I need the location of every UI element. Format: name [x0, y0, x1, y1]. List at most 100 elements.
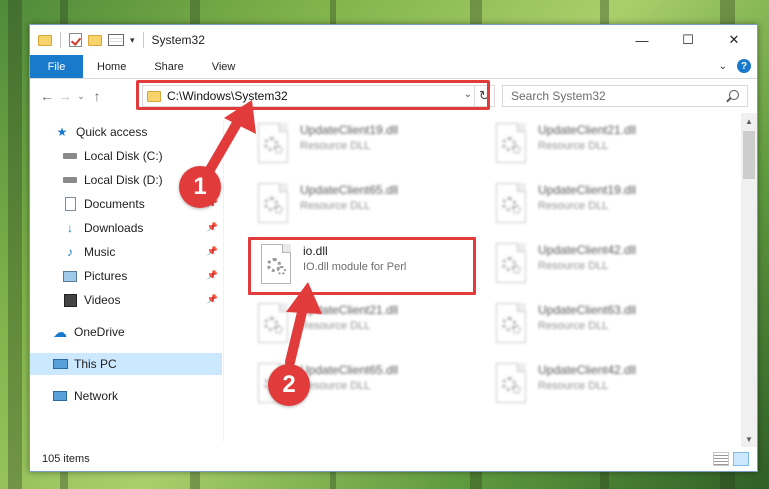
scroll-down-icon[interactable]: ▼	[741, 431, 757, 447]
forward-button[interactable]: →	[56, 88, 74, 104]
folder-icon	[147, 90, 161, 102]
dll-file-icon	[254, 123, 294, 171]
window-title: System32	[151, 33, 205, 47]
folder-icon	[38, 34, 52, 46]
file-description: Resource DLL	[300, 140, 371, 152]
minimize-button[interactable]: —	[619, 25, 665, 55]
file-description: Resource DLL	[300, 200, 371, 212]
sidebar-item-label: OneDrive	[74, 325, 125, 339]
refresh-icon[interactable]: ↻	[474, 86, 494, 106]
status-bar: 105 items	[30, 447, 757, 471]
address-path[interactable]: C:\Windows\System32	[167, 89, 288, 103]
dll-file-icon	[254, 303, 294, 351]
scrollbar-thumb[interactable]	[743, 131, 755, 179]
star-icon: ★	[56, 125, 68, 139]
file-item-io-dll[interactable]: io.dll IO.dll module for Perl	[248, 237, 476, 295]
pin-icon[interactable]: 📌	[207, 270, 218, 281]
recent-locations-button[interactable]: ⌄	[74, 91, 88, 102]
sidebar-item-local-disk-c[interactable]: Local Disk (C:)	[30, 145, 222, 167]
file-name: io.dll	[303, 244, 328, 258]
search-input[interactable]	[511, 89, 711, 103]
pin-icon[interactable]: 📌	[207, 246, 218, 257]
tab-share[interactable]: Share	[140, 55, 197, 78]
dll-file-icon	[492, 303, 532, 351]
vertical-scrollbar[interactable]: ▲ ▼	[741, 113, 757, 447]
tiles-view-icon[interactable]	[733, 452, 749, 466]
sidebar-item-downloads[interactable]: ↓ Downloads 📌	[30, 217, 222, 239]
sidebar-item-label: This PC	[74, 357, 117, 371]
pin-icon[interactable]: 📌	[207, 294, 218, 305]
customize-toolbar-chevron-icon[interactable]: ▾	[130, 35, 135, 46]
file-item[interactable]: UpdateClient21.dll Resource DLL	[486, 119, 716, 177]
scroll-up-icon[interactable]: ▲	[741, 113, 757, 129]
pictures-icon	[62, 269, 78, 283]
sidebar-item-label: Documents	[84, 197, 145, 211]
drive-icon	[62, 173, 78, 187]
dll-file-icon	[492, 183, 532, 231]
file-item[interactable]: UpdateClient19.dll Resource DLL	[248, 119, 478, 177]
search-icon[interactable]	[729, 90, 739, 100]
videos-icon	[62, 293, 78, 307]
sidebar-item-quick-access[interactable]: ★ Quick access	[30, 121, 222, 143]
file-item[interactable]: UpdateClient65.dll Resource DLL	[248, 179, 478, 237]
dll-file-icon	[492, 363, 532, 411]
new-folder-icon[interactable]	[88, 34, 102, 46]
tab-file[interactable]: File	[30, 55, 83, 78]
expand-ribbon-chevron-icon[interactable]: ⌄	[719, 61, 727, 72]
sidebar-item-pictures[interactable]: Pictures 📌	[30, 265, 222, 287]
file-description: Resource DLL	[300, 380, 371, 392]
file-item[interactable]: UpdateClient42.dll Resource DLL	[486, 359, 716, 417]
tab-home[interactable]: Home	[83, 55, 140, 78]
file-description: Resource DLL	[538, 200, 609, 212]
address-dropdown-icon[interactable]: ⌄	[464, 89, 472, 100]
file-item[interactable]: UpdateClient63.dll Resource DLL	[486, 299, 716, 357]
address-bar[interactable]: C:\Windows\System32 ⌄ ↻	[142, 85, 495, 107]
step1-badge: 1	[179, 166, 221, 208]
file-name: UpdateClient42.dll	[538, 243, 637, 257]
file-description: IO.dll module for Perl	[303, 261, 407, 273]
file-name: UpdateClient42.dll	[538, 363, 637, 377]
search-box[interactable]	[502, 85, 748, 107]
dll-file-icon	[254, 183, 294, 231]
file-item[interactable]: UpdateClient19.dll Resource DLL	[486, 179, 716, 237]
music-icon: ♪	[67, 245, 73, 259]
tab-view[interactable]: View	[198, 55, 250, 78]
sidebar-item-label: Network	[74, 389, 119, 403]
sidebar-item-music[interactable]: ♪ Music 📌	[30, 241, 222, 263]
file-description: Resource DLL	[538, 320, 609, 332]
dll-file-icon	[257, 244, 297, 292]
file-item[interactable]: UpdateClient42.dll Resource DLL	[486, 239, 716, 297]
file-name: UpdateClient19.dll	[300, 123, 399, 137]
file-item[interactable]: UpdateClient21.dll Resource DLL	[248, 299, 478, 357]
file-description: Resource DLL	[538, 260, 609, 272]
file-name: UpdateClient19.dll	[538, 183, 637, 197]
window-controls: — ☐ ✕	[619, 25, 757, 55]
title-bar: ▾ System32 — ☐ ✕	[30, 25, 757, 55]
dll-file-icon	[492, 123, 532, 171]
details-view-icon[interactable]	[713, 452, 729, 466]
view-properties-icon[interactable]	[108, 34, 124, 46]
up-button[interactable]: ↑	[88, 88, 106, 104]
drive-icon	[62, 149, 78, 163]
properties-check-icon[interactable]	[69, 33, 82, 47]
sidebar-item-label: Music	[84, 245, 116, 259]
file-name: UpdateClient65.dll	[300, 363, 399, 377]
sidebar-item-videos[interactable]: Videos 📌	[30, 289, 222, 311]
maximize-button[interactable]: ☐	[665, 25, 711, 55]
help-icon[interactable]: ?	[737, 59, 751, 73]
sidebar-item-label: Quick access	[76, 125, 148, 139]
sidebar-item-label: Local Disk (C:)	[84, 149, 163, 163]
pin-icon[interactable]: 📌	[207, 222, 218, 233]
sidebar-item-label: Videos	[84, 293, 121, 307]
dll-file-icon	[492, 243, 532, 291]
pane-divider	[223, 121, 224, 441]
back-button[interactable]: ←	[38, 88, 56, 104]
toolbar-divider	[142, 32, 144, 48]
sidebar-item-onedrive[interactable]: ☁ OneDrive	[30, 321, 222, 343]
sidebar-item-this-pc[interactable]: This PC	[30, 353, 222, 375]
sidebar-item-network[interactable]: Network	[30, 385, 222, 407]
download-icon: ↓	[67, 221, 73, 235]
quick-access-toolbar: ▾	[30, 32, 146, 48]
navigation-bar: ← → ⌄ ↑ C:\Windows\System32 ⌄ ↻	[30, 80, 757, 112]
close-button[interactable]: ✕	[711, 25, 757, 55]
